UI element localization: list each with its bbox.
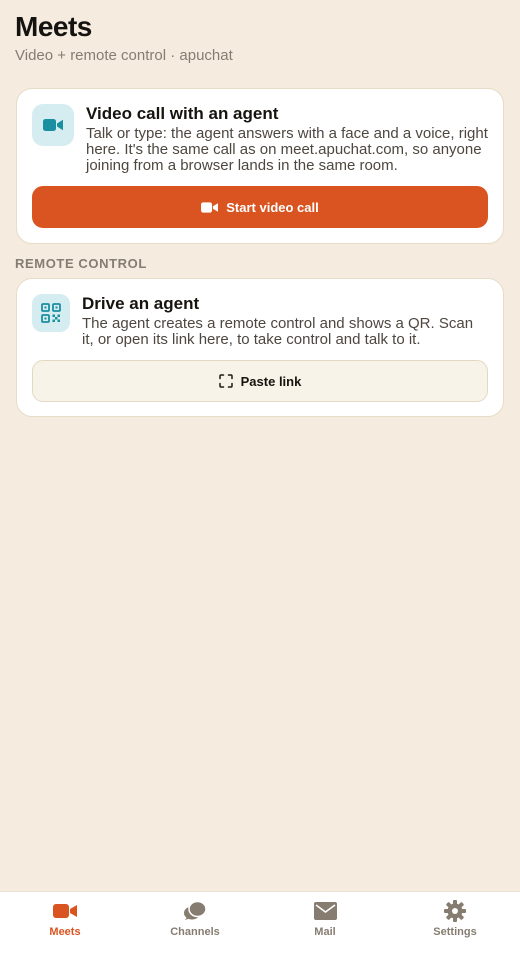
paste-link-label: Paste link [240,373,302,389]
remote-control-section-label: REMOTE CONTROL [15,256,147,271]
remote-control-card: Drive an agent The agent creates a remot… [16,278,504,417]
tab-mail[interactable]: Mail [260,892,390,963]
remote-control-card-header: Drive an agent The agent creates a remot… [32,294,488,348]
video-call-card-text: Video call with an agent Talk or type: t… [86,104,488,174]
tab-mail-label: Mail [314,926,336,938]
scan-frame-icon [218,374,233,388]
video-call-title: Video call with an agent [86,104,279,123]
bottom-tab-bar: Meets Channels Mail Settings [0,891,520,963]
page-title: Meets [15,11,92,42]
envelope-icon [313,900,337,922]
tab-meets[interactable]: Meets [0,892,130,963]
app-root: Meets Video + remote control · apuchat V… [0,0,520,963]
tab-settings[interactable]: Settings [390,892,520,963]
chat-bubbles-icon [183,900,207,922]
start-video-call-label: Start video call [226,199,319,215]
paste-link-button[interactable]: Paste link [32,360,488,402]
tab-channels[interactable]: Channels [130,892,260,963]
gear-icon [444,900,466,922]
start-video-call-button[interactable]: Start video call [32,186,488,228]
tab-settings-label: Settings [433,926,477,938]
page-header: Meets Video + remote control · apuchat [15,10,505,66]
video-camera-icon [32,104,74,146]
remote-control-title: Drive an agent [82,294,200,313]
remote-control-card-text: Drive an agent The agent creates a remot… [82,294,488,348]
page-subtitle: Video + remote control · apuchat [15,47,233,64]
video-camera-icon [201,201,219,213]
tab-meets-label: Meets [49,926,81,938]
tab-channels-label: Channels [170,926,220,938]
video-call-card: Video call with an agent Talk or type: t… [16,88,504,244]
video-camera-icon [53,900,77,922]
video-call-description: Talk or type: the agent answers with a f… [86,125,488,174]
video-call-card-header: Video call with an agent Talk or type: t… [32,104,488,174]
qr-code-icon [32,294,70,332]
remote-control-description: The agent creates a remote control and s… [82,315,474,348]
